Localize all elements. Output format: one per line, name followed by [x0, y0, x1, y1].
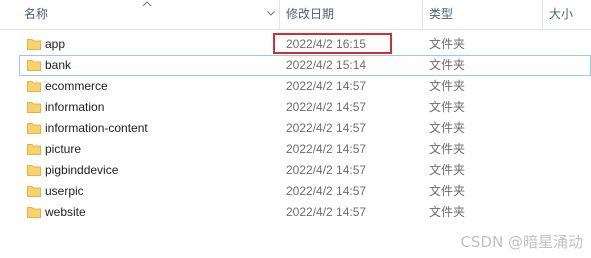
chevron-down-icon[interactable] [267, 11, 275, 16]
file-date: 2022/4/2 14:57 [286, 121, 367, 135]
list-item[interactable]: pigbinddevice 2022/4/2 14:57 文件夹 [19, 160, 591, 181]
file-name: pigbinddevice [45, 163, 119, 177]
watermark: CSDN @暗星涌动 [460, 233, 583, 251]
file-type: 文件夹 [429, 100, 466, 114]
folder-icon [27, 123, 41, 134]
file-type: 文件夹 [429, 205, 466, 219]
folder-icon [27, 165, 41, 176]
file-name: bank [45, 58, 72, 72]
annotation-highlight-box [273, 33, 392, 54]
column-header-name-label: 名称 [24, 7, 49, 21]
column-header-date-label: 修改日期 [286, 7, 335, 21]
folder-icon [27, 102, 41, 113]
file-type: 文件夹 [429, 163, 466, 177]
folder-icon [27, 186, 41, 197]
list-item[interactable]: userpic 2022/4/2 14:57 文件夹 [19, 181, 591, 202]
file-name: userpic [45, 184, 84, 198]
column-header-date-modified[interactable]: 修改日期 [280, 0, 423, 29]
column-header-size-label: 大小 [549, 7, 574, 21]
file-name: information-content [45, 121, 148, 135]
file-name: app [45, 37, 66, 51]
column-header-name[interactable]: 名称 [18, 0, 280, 29]
file-date: 2022/4/2 14:57 [286, 100, 367, 114]
file-date: 2022/4/2 14:57 [286, 205, 367, 219]
file-name: information [45, 100, 105, 114]
file-type: 文件夹 [429, 37, 466, 51]
file-name: website [45, 205, 86, 219]
file-name: picture [45, 142, 82, 156]
folder-icon [27, 207, 41, 218]
list-item[interactable]: website 2022/4/2 14:57 文件夹 [19, 202, 591, 223]
folder-icon [27, 81, 41, 92]
folder-icon [27, 60, 41, 71]
folder-icon [27, 144, 41, 155]
file-type: 文件夹 [429, 79, 466, 93]
file-type: 文件夹 [429, 121, 466, 135]
file-type: 文件夹 [429, 58, 466, 72]
file-date: 2022/4/2 15:14 [286, 58, 367, 72]
list-item[interactable]: picture 2022/4/2 14:57 文件夹 [19, 139, 591, 160]
list-item[interactable]: information-content 2022/4/2 14:57 文件夹 [19, 118, 591, 139]
file-type: 文件夹 [429, 142, 466, 156]
list-item[interactable]: information 2022/4/2 14:57 文件夹 [19, 97, 591, 118]
file-date: 2022/4/2 14:57 [286, 79, 367, 93]
file-date: 2022/4/2 14:57 [286, 163, 367, 177]
column-header-type-label: 类型 [429, 7, 454, 21]
column-header-size[interactable]: 大小 [543, 0, 591, 29]
file-name: ecommerce [45, 79, 108, 93]
file-date: 2022/4/2 14:57 [286, 142, 367, 156]
list-item[interactable]: bank 2022/4/2 15:14 文件夹 [19, 55, 591, 76]
list-item[interactable]: ecommerce 2022/4/2 14:57 文件夹 [19, 76, 591, 97]
column-header-bar: 名称 修改日期 类型 大小 [0, 0, 591, 30]
file-type: 文件夹 [429, 184, 466, 198]
file-date: 2022/4/2 14:57 [286, 184, 367, 198]
folder-icon [27, 39, 41, 50]
column-header-type[interactable]: 类型 [423, 0, 543, 29]
